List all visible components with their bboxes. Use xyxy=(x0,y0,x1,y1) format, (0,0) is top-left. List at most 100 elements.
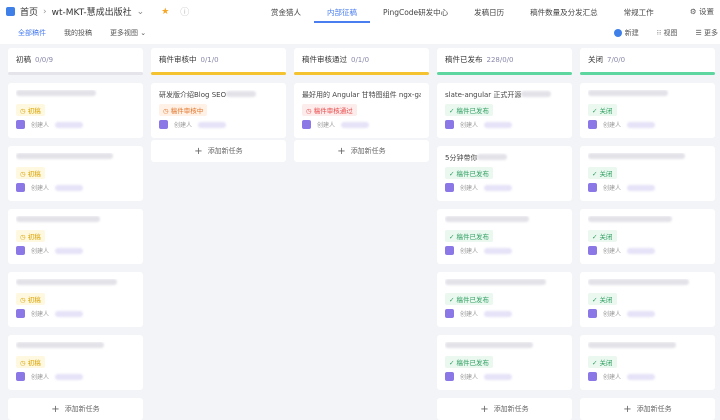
task-card[interactable]: ✓ 稿件已发布 创建人 xyxy=(437,209,572,264)
status-tag: ✓ 关闭 xyxy=(588,104,617,116)
more-button[interactable]: ☰ 更多 xyxy=(695,28,718,38)
column: 稿件审核中 0/1/0 研发版介绍Blog SEO ◷ 稿件审核中 创建人 + 添加新任… xyxy=(151,48,286,162)
avatar xyxy=(16,246,25,255)
blurred-text xyxy=(588,342,676,348)
avatar xyxy=(16,309,25,318)
gear-icon: ⚙ xyxy=(689,7,697,16)
add-task-button[interactable]: + 添加新任务 xyxy=(437,398,572,420)
task-card[interactable]: 5分钟带你 ✓ 稿件已发布 创建人 xyxy=(437,146,572,201)
task-card[interactable]: ✓ 关闭 创建人 xyxy=(580,335,715,390)
avatar xyxy=(588,246,597,255)
task-card[interactable]: 最好用的 Angular 甘特图组件 ngx-gantt ◷ 稿件审核通过 创建… xyxy=(294,83,429,138)
status-tag: ◷ 初稿 xyxy=(16,104,45,116)
nav-tab[interactable]: 常规工作 xyxy=(611,7,667,23)
breadcrumb-home[interactable]: 首页 xyxy=(20,5,38,18)
task-card[interactable]: 研发版介绍Blog SEO ◷ 稿件审核中 创建人 xyxy=(151,83,286,138)
chevron-right-icon: › xyxy=(43,6,47,17)
status-icon: ✓ xyxy=(592,107,598,115)
blurred-text xyxy=(55,184,84,191)
task-card[interactable]: ◷ 初稿 创建人 xyxy=(8,272,143,327)
status-tag: ✓ 稿件已发布 xyxy=(445,230,494,242)
task-card[interactable]: ◷ 初稿 创建人 xyxy=(8,335,143,390)
status-icon: ◷ xyxy=(20,107,26,115)
view-tabs: 全部稿件 我的投稿 更多视图 ⌄ xyxy=(18,28,146,38)
nav-tab[interactable]: PingCode研发中心 xyxy=(370,7,461,23)
blurred-text xyxy=(588,216,672,222)
column-header: 稿件审核通过 0/1/0 xyxy=(294,48,429,75)
blurred-text xyxy=(477,154,508,160)
toolbar: 新建 ⁝⁝ 视图 ☰ 更多 xyxy=(613,28,718,38)
status-icon: ◷ xyxy=(163,107,169,115)
task-card[interactable]: ◷ 初稿 创建人 xyxy=(8,146,143,201)
task-card[interactable]: ✓ 关闭 创建人 xyxy=(580,83,715,138)
avatar xyxy=(445,309,454,318)
status-tag: ✓ 关闭 xyxy=(588,293,617,305)
column-header: 关闭 7/0/0 xyxy=(580,48,715,75)
view-button[interactable]: ⁝⁝ 视图 xyxy=(657,28,678,38)
add-task-button[interactable]: + 添加新任务 xyxy=(151,140,286,162)
status-tag: ◷ 稿件审核通过 xyxy=(302,104,357,116)
task-card[interactable]: slate-angular 正式开源 ✓ 稿件已发布 创建人 xyxy=(437,83,572,138)
avatar xyxy=(445,183,454,192)
status-icon: ✓ xyxy=(592,296,598,304)
view-tab-more[interactable]: 更多视图 ⌄ xyxy=(110,28,146,38)
blurred-text xyxy=(484,184,513,191)
status-icon: ✓ xyxy=(449,359,455,367)
plus-icon: + xyxy=(51,403,60,415)
column-status-bar xyxy=(580,72,715,75)
add-task-button[interactable]: + 添加新任务 xyxy=(8,398,143,420)
avatar xyxy=(302,120,311,129)
column: 稿件审核通过 0/1/0 最好用的 Angular 甘特图组件 ngx-gantt … xyxy=(294,48,429,162)
status-icon: ◷ xyxy=(20,359,26,367)
star-icon[interactable]: ★ xyxy=(161,7,169,17)
avatar xyxy=(588,183,597,192)
blurred-text xyxy=(55,373,84,380)
nav-tab[interactable]: 赏金猎人 xyxy=(258,7,314,23)
avatar xyxy=(445,372,454,381)
nav-tab[interactable]: 内部征稿 xyxy=(314,7,370,23)
status-icon: ◷ xyxy=(20,170,26,178)
task-card[interactable]: ✓ 关闭 创建人 xyxy=(580,209,715,264)
nav-tab[interactable]: 稿件数量及分发汇总 xyxy=(517,7,611,23)
blurred-text xyxy=(16,342,104,348)
plus-icon xyxy=(613,29,622,37)
add-task-button[interactable]: + 添加新任务 xyxy=(294,140,429,162)
status-tag: ✓ 稿件已发布 xyxy=(445,293,494,305)
view-tab-all[interactable]: 全部稿件 xyxy=(18,28,46,38)
status-tag: ◷ 初稿 xyxy=(16,230,45,242)
task-card[interactable]: ✓ 关闭 创建人 xyxy=(580,146,715,201)
blurred-text xyxy=(16,153,113,159)
status-tag: ◷ 初稿 xyxy=(16,167,45,179)
blurred-text xyxy=(588,90,668,96)
column: 关闭 7/0/0 ✓ 关闭 创建人 ✓ 关闭 创建人 ✓ 关闭 创建人 ✓ 关闭 … xyxy=(580,48,715,420)
avatar xyxy=(16,183,25,192)
task-card[interactable]: ✓ 稿件已发布 创建人 xyxy=(437,335,572,390)
breadcrumb: 首页 › wt-MKT-慧成出版社 ⌄ ★ ⓘ xyxy=(6,5,189,18)
status-icon: ◷ xyxy=(20,233,26,241)
chevron-down-icon[interactable]: ⌄ xyxy=(137,7,145,17)
blurred-text xyxy=(445,216,529,222)
task-card[interactable]: ◷ 初稿 创建人 xyxy=(8,83,143,138)
home-icon xyxy=(6,7,15,16)
task-card[interactable]: ✓ 稿件已发布 创建人 xyxy=(437,272,572,327)
blurred-text xyxy=(16,279,117,285)
status-tag: ✓ 稿件已发布 xyxy=(445,167,494,179)
blurred-text xyxy=(588,153,685,159)
avatar xyxy=(588,120,597,129)
column-status-bar xyxy=(294,72,429,75)
task-card[interactable]: ✓ 关闭 创建人 xyxy=(580,272,715,327)
task-card[interactable]: ◷ 初稿 创建人 xyxy=(8,209,143,264)
column-status-bar xyxy=(437,72,572,75)
avatar xyxy=(588,372,597,381)
settings-button[interactable]: ⚙ 设置 xyxy=(690,6,714,17)
avatar xyxy=(445,246,454,255)
info-icon[interactable]: ⓘ xyxy=(180,5,189,18)
nav-tab[interactable]: 发稿日历 xyxy=(461,7,517,23)
add-task-button[interactable]: + 添加新任务 xyxy=(580,398,715,420)
column-header: 稿件已发布 228/0/0 xyxy=(437,48,572,75)
project-name[interactable]: wt-MKT-慧成出版社 xyxy=(52,5,132,18)
view-tab-mine[interactable]: 我的投稿 xyxy=(64,28,92,38)
avatar xyxy=(445,120,454,129)
new-button[interactable]: 新建 xyxy=(613,28,639,38)
avatar xyxy=(159,120,168,129)
